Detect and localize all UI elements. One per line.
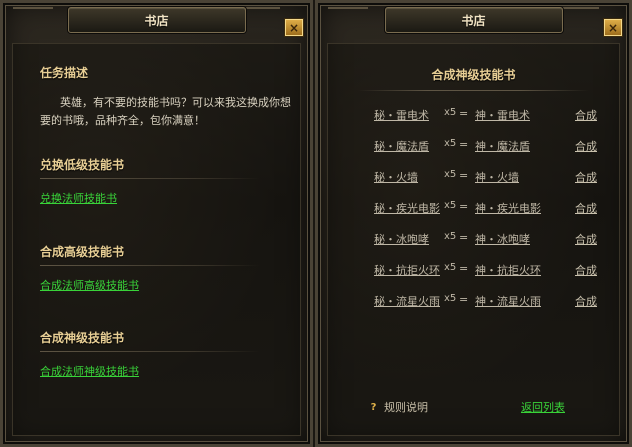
quantity: x5 — [444, 231, 457, 242]
equals-sign: = — [459, 231, 469, 244]
equals-sign: = — [459, 169, 469, 182]
section-heading-compose-high: 合成高级技能书 — [40, 245, 125, 259]
compose-row: 秘・魔法盾 x5 = 神・魔法盾 合成 — [328, 138, 619, 154]
result-book[interactable]: 神・冰咆哮 — [475, 231, 530, 247]
bookstore-panel-right: 书店 × 合成神级技能书 秘・雷电术 x5 = 神・雷电术 合成 秘・魔法盾 x… — [315, 0, 632, 447]
task-description-line-1: 英雄，有不要的技能书吗？可以来我这换成你想 — [60, 96, 291, 109]
close-button[interactable]: × — [284, 18, 304, 37]
compose-button[interactable]: 合成 — [575, 138, 597, 154]
source-book[interactable]: 秘・魔法盾 — [374, 138, 429, 154]
result-book[interactable]: 神・疾光电影 — [475, 200, 541, 216]
frame-ornament-right — [240, 7, 280, 31]
quantity: x5 — [444, 107, 457, 118]
quantity: x5 — [444, 138, 457, 149]
rules-explanation-link[interactable]: 规则说明 — [384, 399, 428, 415]
window-title-bar[interactable]: 书店 — [384, 7, 563, 33]
result-book[interactable]: 神・魔法盾 — [475, 138, 530, 154]
compose-row: 秘・疾光电影 x5 = 神・疾光电影 合成 — [328, 200, 619, 216]
source-book[interactable]: 秘・雷电术 — [374, 107, 429, 123]
compose-button[interactable]: 合成 — [575, 200, 597, 216]
task-description-heading: 任务描述 — [40, 66, 89, 80]
frame-ornament-right — [559, 7, 599, 31]
section-heading-exchange-low: 兑换低级技能书 — [40, 158, 125, 172]
result-book[interactable]: 神・火墙 — [475, 169, 519, 185]
equals-sign: = — [459, 200, 469, 213]
source-book[interactable]: 秘・疾光电影 — [374, 200, 440, 216]
equals-sign: = — [459, 262, 469, 275]
frame-ornament-left — [13, 7, 53, 31]
panel-content: 任务描述 英雄，有不要的技能书吗？可以来我这换成你想 要的书哦，品种齐全，包你满… — [12, 43, 301, 436]
bookstore-panel-left: 书店 × 任务描述 英雄，有不要的技能书吗？可以来我这换成你想 要的书哦，品种齐… — [0, 0, 313, 447]
frame-ornament-left — [328, 7, 368, 31]
compose-button[interactable]: 合成 — [575, 231, 597, 247]
equals-sign: = — [459, 138, 469, 151]
exchange-mage-skillbook-link[interactable]: 兑换法师技能书 — [40, 190, 117, 206]
back-to-list-link[interactable]: 返回列表 — [521, 399, 565, 415]
panel-content: 合成神级技能书 秘・雷电术 x5 = 神・雷电术 合成 秘・魔法盾 x5 = 神… — [327, 43, 620, 436]
task-description-line-2: 要的书哦，品种齐全，包你满意！ — [40, 114, 205, 127]
quantity: x5 — [444, 200, 457, 211]
compose-row: 秘・抗拒火环 x5 = 神・抗拒火环 合成 — [328, 262, 619, 278]
compose-divine-heading: 合成神级技能书 — [431, 68, 516, 82]
section-heading-compose-divine: 合成神级技能书 — [40, 331, 125, 345]
equals-sign: = — [459, 293, 469, 306]
compose-mage-high-skillbook-link[interactable]: 合成法师高级技能书 — [40, 277, 139, 293]
close-button[interactable]: × — [603, 18, 623, 37]
result-book[interactable]: 神・雷电术 — [475, 107, 530, 123]
window-title: 书店 — [144, 13, 169, 28]
section-divider — [40, 351, 260, 352]
window-title-bar[interactable]: 书店 — [67, 7, 246, 33]
section-divider — [40, 265, 260, 266]
compose-row: 秘・流星火雨 x5 = 神・流星火雨 合成 — [328, 293, 619, 309]
window-title: 书店 — [461, 13, 486, 28]
source-book[interactable]: 秘・流星火雨 — [374, 293, 440, 309]
help-icon: ? — [370, 402, 377, 413]
compose-button[interactable]: 合成 — [575, 107, 597, 123]
compose-button[interactable]: 合成 — [575, 169, 597, 185]
quantity: x5 — [444, 169, 457, 180]
compose-row: 秘・冰咆哮 x5 = 神・冰咆哮 合成 — [328, 231, 619, 247]
quantity: x5 — [444, 262, 457, 273]
result-book[interactable]: 神・流星火雨 — [475, 293, 541, 309]
quantity: x5 — [444, 293, 457, 304]
source-book[interactable]: 秘・抗拒火环 — [374, 262, 440, 278]
compose-row: 秘・火墙 x5 = 神・火墙 合成 — [328, 169, 619, 185]
compose-button[interactable]: 合成 — [575, 262, 597, 278]
equals-sign: = — [459, 107, 469, 120]
source-book[interactable]: 秘・冰咆哮 — [374, 231, 429, 247]
result-book[interactable]: 神・抗拒火环 — [475, 262, 541, 278]
compose-button[interactable]: 合成 — [575, 293, 597, 309]
compose-row: 秘・雷电术 x5 = 神・雷电术 合成 — [328, 107, 619, 123]
source-book[interactable]: 秘・火墙 — [374, 169, 418, 185]
section-divider — [40, 178, 260, 179]
compose-mage-divine-skillbook-link[interactable]: 合成法师神级技能书 — [40, 363, 139, 379]
heading-divider — [358, 90, 589, 91]
